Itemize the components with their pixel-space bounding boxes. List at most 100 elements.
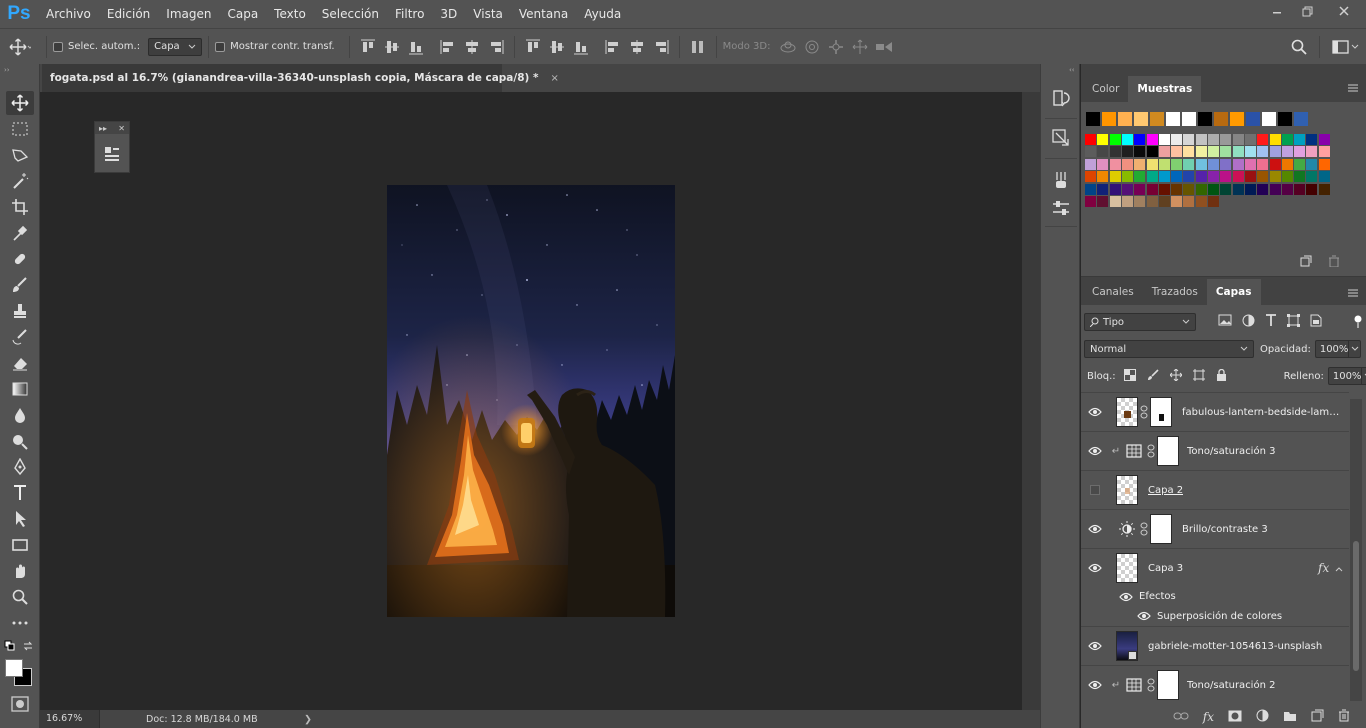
dodge-tool-icon[interactable] [6,429,34,453]
align-bottom-icon[interactable] [406,37,426,57]
panel-menu-icon[interactable] [1348,287,1358,300]
swatch[interactable] [1097,183,1109,195]
swatch[interactable] [1318,134,1330,145]
history-brush-tool-icon[interactable] [6,325,34,349]
layer-effects-fx-icon[interactable]: fx [1318,561,1329,575]
swatch[interactable] [1244,183,1256,195]
swatch[interactable] [1281,183,1293,195]
move-tool-preset-icon[interactable] [0,33,40,61]
swatch[interactable] [1306,134,1318,145]
show-transform-checkbox[interactable] [215,41,226,52]
distribute-bottom-icon[interactable] [571,37,591,57]
effects-group-row[interactable]: Efectos [1081,587,1349,606]
layers-panel-tab[interactable]: Capas [1206,279,1261,305]
swatch[interactable] [1097,196,1109,207]
layer-mask-thumbnail[interactable] [1150,397,1172,427]
layer-filter-dropdown[interactable]: Tipo [1084,313,1196,331]
swatch[interactable] [1134,183,1146,195]
swatch[interactable] [1183,146,1195,158]
visibility-eye-icon[interactable] [1081,563,1109,573]
swatch[interactable] [1232,146,1244,158]
swatch[interactable] [1232,134,1244,145]
menu-item[interactable]: Selección [314,0,387,28]
collapse-effects-icon[interactable] [1335,562,1343,575]
swatch[interactable] [1183,171,1195,183]
align-right-icon[interactable] [486,37,506,57]
blur-tool-icon[interactable] [6,403,34,427]
magic-wand-tool-icon[interactable] [6,169,34,193]
swatch[interactable] [1195,158,1207,170]
add-mask-icon[interactable] [1228,710,1242,725]
swatch[interactable] [1278,112,1292,126]
add-layer-style-icon[interactable]: fx [1203,710,1214,724]
auto-align-icon[interactable] [688,37,708,57]
swatch[interactable] [1262,112,1276,126]
swatch[interactable] [1294,112,1308,126]
swatch[interactable] [1134,158,1146,170]
swatch[interactable] [1208,196,1219,207]
gradient-tool-icon[interactable] [6,377,34,401]
effects-eye-icon[interactable] [1081,592,1139,602]
swatch[interactable] [1257,171,1269,183]
swatch[interactable] [1158,134,1170,145]
new-swatch-icon[interactable] [1300,255,1312,270]
swatch[interactable] [1171,196,1183,207]
swatch[interactable] [1086,112,1100,126]
layer-mask-thumbnail[interactable] [1157,670,1179,700]
swatch[interactable] [1294,171,1306,183]
filter-toggle-icon[interactable] [1353,315,1363,332]
swatch[interactable] [1294,183,1306,195]
swatch[interactable] [1121,183,1133,195]
layer-row[interactable]: Capa 3 fx [1081,548,1349,587]
swatch[interactable] [1134,134,1146,145]
swatch[interactable] [1257,183,1269,195]
auto-select-dropdown[interactable]: Capa [148,37,203,56]
swatch[interactable] [1121,196,1133,207]
restore-icon[interactable] [1292,0,1322,22]
swatch[interactable] [1109,158,1121,170]
swatch[interactable] [1257,134,1269,145]
swatch[interactable] [1208,146,1219,158]
swatch[interactable] [1118,112,1132,126]
layer-row[interactable]: ↵ Tono/saturación 2 [1081,665,1349,704]
opacity-input[interactable]: 100% [1314,340,1361,358]
layer-row[interactable]: Brillo/contraste 3 [1081,509,1349,548]
zoom-tool-icon[interactable] [6,585,34,609]
menu-item[interactable]: Texto [266,0,314,28]
delete-layer-icon[interactable] [1338,709,1350,725]
swatch[interactable] [1121,134,1133,145]
swatch[interactable] [1183,158,1195,170]
layers-panel-tab[interactable]: Canales [1083,279,1143,305]
swatch[interactable] [1171,146,1183,158]
close-tab-icon[interactable]: × [550,73,558,84]
visibility-eye-icon[interactable] [1081,446,1109,456]
swatch[interactable] [1150,112,1164,126]
document-tab[interactable]: fogata.psd al 16.7% (gianandrea-villa-36… [42,64,559,92]
layer-row[interactable]: gabriele-motter-1054613-unsplash [1081,626,1349,665]
swatch[interactable] [1166,112,1180,126]
crop-tool-icon[interactable] [6,195,34,219]
delete-swatch-icon[interactable] [1328,255,1340,270]
swatch[interactable] [1232,171,1244,183]
swatch[interactable] [1195,171,1207,183]
healing-brush-tool-icon[interactable] [6,247,34,271]
lock-transparent-icon[interactable] [1123,368,1136,384]
swatch[interactable] [1214,112,1228,126]
chevron-down-icon[interactable] [1348,341,1359,357]
swatch[interactable] [1232,183,1244,195]
rectangle-tool-icon[interactable] [6,533,34,557]
swatch[interactable] [1085,134,1096,145]
swatch[interactable] [1220,134,1232,145]
document-canvas-image[interactable] [387,185,675,617]
mini-panel-header[interactable]: ▸▸ ✕ [95,122,129,134]
swatch[interactable] [1306,146,1318,158]
swatch[interactable] [1085,171,1096,183]
close-icon[interactable]: ✕ [118,124,125,133]
swatch[interactable] [1244,146,1256,158]
quick-mask-icon[interactable] [11,696,29,715]
lock-artboard-icon[interactable] [1192,368,1205,384]
swatch[interactable] [1171,134,1183,145]
swatch[interactable] [1220,171,1232,183]
filter-type-icon[interactable] [1265,314,1277,330]
menu-item[interactable]: 3D [432,0,465,28]
